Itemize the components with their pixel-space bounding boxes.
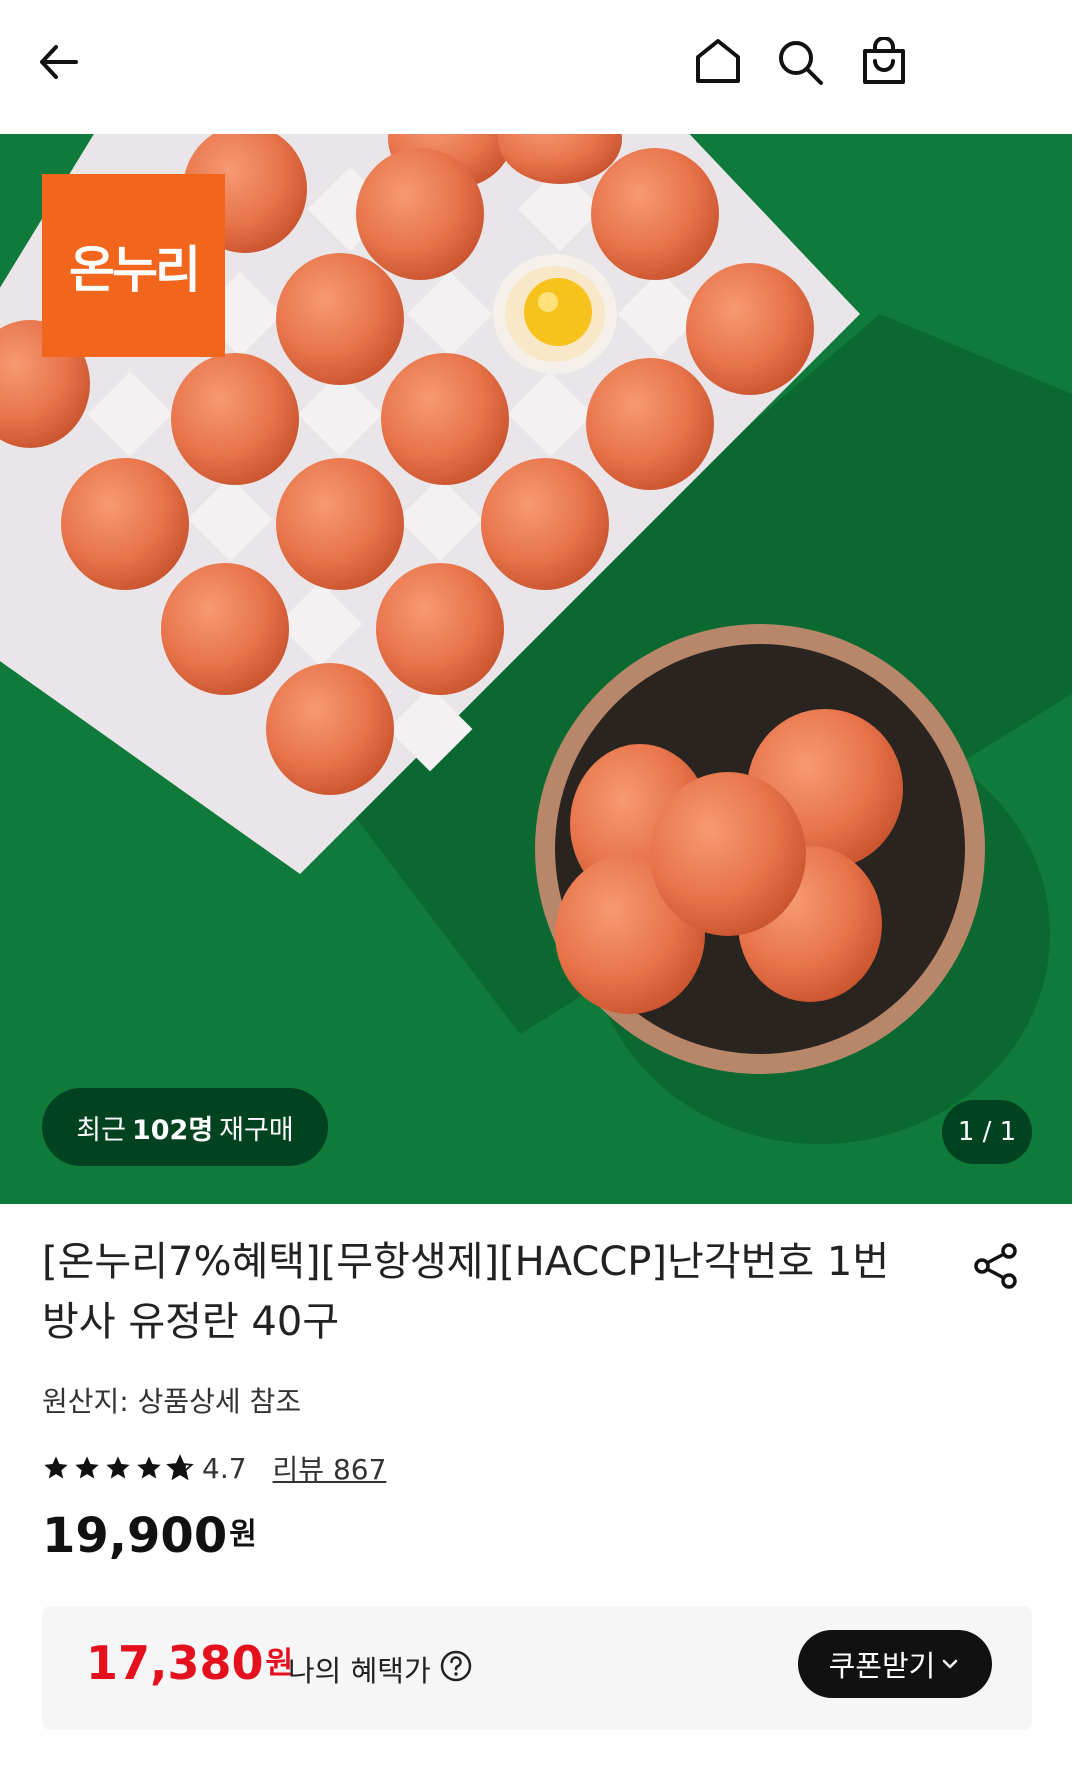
repurchase-count: 102명: [131, 1114, 214, 1146]
share-button[interactable]: [968, 1238, 1024, 1294]
benefit-price-value: 17,380: [86, 1636, 264, 1690]
get-coupon-button[interactable]: 쿠폰받기: [798, 1630, 992, 1698]
star-icon: [106, 1456, 130, 1479]
cart-button[interactable]: [856, 34, 912, 90]
benefit-label: 나의 혜택가: [288, 1648, 473, 1690]
star-icon: [44, 1456, 68, 1479]
star-icon: [137, 1456, 161, 1479]
price-unit: 원: [229, 1517, 257, 1552]
benefit-price: 17,380원: [86, 1636, 293, 1690]
review-count-link[interactable]: 리뷰 867: [273, 1448, 387, 1488]
repurchase-prefix: 최근: [76, 1114, 126, 1146]
product-title: [온누리7%혜택][무항생제][HACCP]난각번호 1번 방사 유정란 40구: [42, 1239, 890, 1345]
search-icon: [779, 41, 823, 85]
origin-info: 원산지: 상품상세 참조: [42, 1385, 302, 1418]
star-rating: [42, 1454, 194, 1482]
back-button[interactable]: [30, 34, 86, 90]
rating-row: 4.7 리뷰 867: [42, 1448, 386, 1488]
top-app-bar: [0, 0, 1080, 134]
shopping-bag-icon: [863, 37, 905, 84]
help-button[interactable]: [439, 1649, 473, 1690]
product-image-gallery[interactable]: 온누리 최근 102명 재구매 1 / 1: [0, 134, 1072, 1204]
star-icon: [75, 1456, 99, 1479]
question-circle-icon: [440, 1650, 471, 1681]
chevron-down-icon: [943, 1659, 958, 1669]
home-icon: [696, 39, 740, 83]
share-icon: [974, 1243, 1017, 1289]
arrow-left-icon: [40, 45, 78, 79]
rating-value: 4.7: [202, 1451, 247, 1485]
onnuri-badge-logo: 온누리: [42, 174, 225, 357]
product-price: 19,900원: [42, 1508, 257, 1564]
search-button[interactable]: [772, 34, 828, 90]
repurchase-suffix: 재구매: [219, 1114, 294, 1146]
home-button[interactable]: [690, 34, 746, 90]
price-value: 19,900: [42, 1508, 228, 1564]
image-counter: 1 / 1: [942, 1100, 1032, 1164]
repurchase-badge: 최근 102명 재구매: [42, 1088, 328, 1166]
benefit-price-box: 17,380원 나의 혜택가 쿠폰받기: [42, 1606, 1032, 1730]
coupon-button-label: 쿠폰받기: [828, 1649, 936, 1683]
star-half-icon: [166, 1454, 194, 1481]
benefit-label-text: 나의 혜택가: [288, 1654, 431, 1688]
